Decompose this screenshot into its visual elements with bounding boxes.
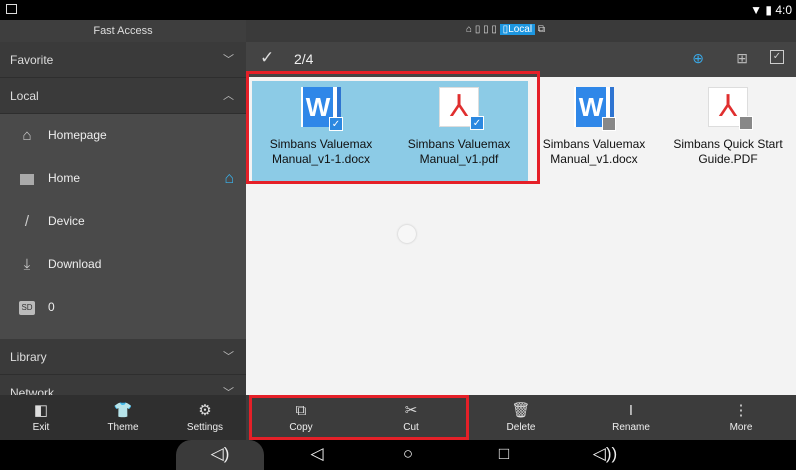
network-globe-icon[interactable]: ⊕ — [692, 50, 704, 67]
exit-icon: ◧ — [33, 402, 49, 419]
recents-square-icon[interactable]: □ — [489, 444, 519, 464]
confirm-check-icon[interactable]: ✓ — [260, 48, 274, 68]
selection-count: 2/4 — [294, 51, 314, 67]
file-grid: W ✓ Simbans Valuemax Manual_v1-1.docx ⅄ ✓ … — [246, 71, 796, 395]
word-file-icon: W — [574, 87, 616, 131]
more-vertical-icon: ⋮ — [733, 402, 749, 419]
chevron-down-icon: ﹀ — [223, 351, 234, 363]
rename-button[interactable]: I Rename — [576, 395, 686, 440]
sidebar-item-download[interactable]: ⤓ Download — [0, 243, 246, 286]
section-local[interactable]: Local ︿ — [0, 78, 246, 114]
section-library-label: Library — [10, 350, 47, 364]
download-icon: ⤓ — [23, 256, 31, 273]
settings-button[interactable]: ⚙ Settings — [164, 395, 246, 440]
file-item[interactable]: ⅄ ✓ Simbans Valuemax Manual_v1.pdf — [390, 81, 528, 181]
select-all-icon[interactable]: ✓ — [770, 50, 784, 64]
home-folder-icon — [18, 157, 36, 200]
section-favorite-label: Favorite — [10, 53, 54, 67]
status-right: ▼ ▮ 4:0 — [750, 3, 792, 17]
sidebar-item-homepage[interactable]: ⌂ Homepage — [0, 114, 246, 157]
loading-spinner — [398, 225, 416, 243]
set-home-icon[interactable]: ⌂ — [224, 157, 234, 200]
chevron-down-icon: ﹀ — [223, 54, 234, 66]
word-file-icon: W ✓ — [301, 87, 343, 131]
gallery-icon — [6, 4, 17, 14]
sidebar-item-label: Device — [48, 214, 85, 228]
file-name: Simbans Valuemax Manual_v1-1.docx — [269, 137, 373, 166]
section-favorite[interactable]: Favorite ﹀ — [0, 42, 246, 78]
system-nav-bar: ◁) ◁ ○ □ ◁)) — [0, 440, 796, 470]
history-icon[interactable]: ⧉ — [538, 24, 545, 35]
sd-card-icon: SD — [18, 286, 36, 329]
breadcrumb: ⌂ ▯ ▯ ▯ ▯Local ⧉ — [466, 24, 545, 35]
sidebar-item-label: Download — [48, 257, 102, 271]
action-toolbar: ⧉ Copy ✂ Cut 🗑 Delete I Rename ⋮ More — [246, 395, 796, 440]
sidebar-title: Fast Access — [0, 20, 246, 42]
sidebar-item-label: 0 — [48, 300, 55, 314]
gear-icon: ⚙ — [198, 402, 212, 419]
selection-bar: ✓ 2/4 ⊕ ⊞ ✓ — [246, 42, 796, 77]
copy-button[interactable]: ⧉ Copy — [246, 395, 356, 440]
more-button[interactable]: ⋮ More — [686, 395, 796, 440]
section-library[interactable]: Library ﹀ — [0, 339, 246, 375]
status-bar: ▼ ▮ 4:0 — [0, 0, 796, 20]
theme-button[interactable]: 👕 Theme — [82, 395, 164, 440]
text-cursor-icon: I — [628, 402, 634, 419]
sidebar-item-device[interactable]: / Device — [0, 200, 246, 243]
file-name: Simbans Quick Start Guide.PDF — [673, 137, 783, 166]
pdf-file-icon: ⅄ — [708, 87, 753, 130]
breadcrumb-bar: ⌂ ▯ ▯ ▯ ▯Local ⧉ — [246, 20, 796, 42]
view-toggle-icon[interactable]: ⊞ — [736, 50, 748, 67]
volume-up-icon[interactable]: ◁)) — [590, 444, 620, 464]
file-item[interactable]: W Simbans Valuemax Manual_v1.docx — [525, 81, 663, 181]
slash-icon: / — [24, 213, 30, 230]
sidebar: Fast Access Favorite ﹀ Local ︿ ⌂ Homepag… — [0, 20, 246, 411]
sidebar-item-home[interactable]: Home ⌂ — [0, 157, 246, 200]
sidebar-item-sd[interactable]: SD 0 — [0, 286, 246, 329]
file-name: Simbans Valuemax Manual_v1.pdf — [407, 137, 511, 166]
pdf-file-icon: ⅄ ✓ — [439, 87, 484, 130]
sidebar-item-label: Homepage — [48, 128, 107, 142]
house-outline-icon: ⌂ — [22, 127, 32, 144]
home-circle-icon[interactable]: ○ — [393, 444, 423, 464]
exit-button[interactable]: ◧ Exit — [0, 395, 82, 440]
delete-button[interactable]: 🗑 Delete — [466, 395, 576, 440]
copy-icon: ⧉ — [295, 402, 307, 419]
section-local-label: Local — [10, 89, 39, 103]
shirt-icon: 👕 — [113, 402, 133, 419]
back-icon[interactable]: ◁ — [302, 444, 332, 464]
chevron-up-icon: ︿ — [223, 90, 234, 102]
file-item[interactable]: ⅄ Simbans Quick Start Guide.PDF — [659, 81, 796, 181]
sidebar-item-label: Home — [48, 171, 81, 185]
volume-down-icon[interactable]: ◁) — [205, 444, 235, 464]
trash-icon: 🗑 — [511, 402, 531, 419]
cut-button[interactable]: ✂ Cut — [356, 395, 466, 440]
clock: 4:0 — [775, 3, 792, 17]
file-item[interactable]: W ✓ Simbans Valuemax Manual_v1-1.docx — [252, 81, 390, 181]
left-toolbar: ◧ Exit 👕 Theme ⚙ Settings — [0, 395, 246, 440]
screen: ▼ ▮ 4:0 Fast Access Favorite ﹀ Local ︿ ⌂… — [0, 0, 796, 470]
scissors-icon: ✂ — [404, 402, 418, 419]
breadcrumb-icons[interactable]: ⌂ ▯ ▯ ▯ — [466, 24, 497, 35]
breadcrumb-local[interactable]: ▯Local — [499, 24, 536, 35]
file-name: Simbans Valuemax Manual_v1.docx — [542, 137, 646, 166]
